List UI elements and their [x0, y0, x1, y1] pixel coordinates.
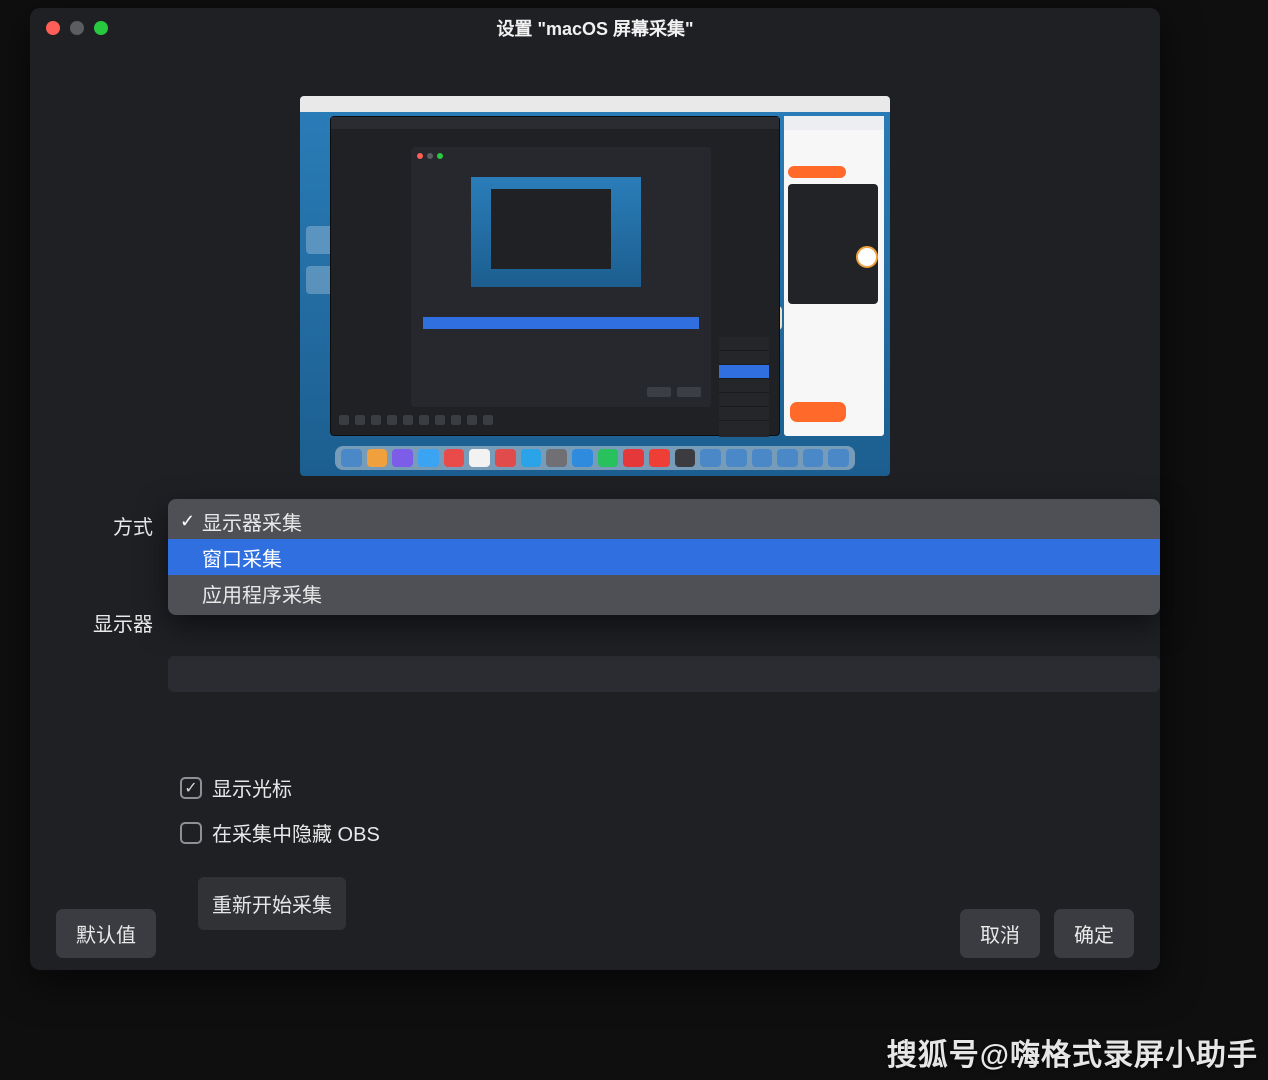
checkbox-label: 在采集中隐藏 OBS	[212, 818, 380, 847]
titlebar: 设置 "macOS 屏幕采集"	[30, 8, 1160, 48]
label-method: 方式	[90, 503, 165, 540]
dropdown-option-label: 显示器采集	[202, 507, 302, 536]
label-display: 显示器	[90, 600, 165, 637]
checkbox-label: 显示光标	[212, 773, 292, 802]
maximize-icon[interactable]	[94, 21, 108, 35]
checkbox-icon[interactable]	[180, 822, 202, 844]
checkbox-icon[interactable]	[180, 777, 202, 799]
capture-preview	[300, 96, 890, 476]
footer: 默认值 取消 确定	[30, 896, 1160, 970]
settings-window: 设置 "macOS 屏幕采集" 方式 ✓	[30, 8, 1160, 970]
window-title: 设置 "macOS 屏幕采集"	[30, 15, 1160, 41]
checkbox-hide-obs[interactable]: 在采集中隐藏 OBS	[180, 818, 1100, 847]
checkmark-icon: ✓	[180, 511, 202, 532]
minimize-icon[interactable]	[70, 21, 84, 35]
ok-button[interactable]: 确定	[1054, 909, 1134, 958]
form-area: 方式 ✓ 显示器采集 窗口采集 应用程序采集 显示器	[90, 503, 1100, 930]
checkbox-group: 显示光标 在采集中隐藏 OBS	[180, 773, 1100, 847]
defaults-button[interactable]: 默认值	[56, 909, 156, 958]
row-method: 方式 ✓ 显示器采集 窗口采集 应用程序采集	[90, 503, 1100, 540]
dropdown-option-label: 应用程序采集	[202, 579, 322, 608]
dropdown-option-app[interactable]: 应用程序采集	[168, 575, 1160, 611]
dropdown-option-window[interactable]: 窗口采集	[168, 539, 1160, 575]
cancel-button[interactable]: 取消	[960, 909, 1040, 958]
method-dropdown[interactable]: ✓ 显示器采集 窗口采集 应用程序采集	[168, 499, 1160, 615]
traffic-lights	[46, 21, 108, 35]
close-icon[interactable]	[46, 21, 60, 35]
checkbox-show-cursor[interactable]: 显示光标	[180, 773, 1100, 802]
dropdown-option-label: 窗口采集	[202, 543, 282, 572]
dropdown-option-display[interactable]: ✓ 显示器采集	[168, 503, 1160, 539]
watermark: 搜狐号@嗨格式录屏小助手	[887, 1030, 1258, 1074]
display-select[interactable]	[168, 656, 1160, 692]
